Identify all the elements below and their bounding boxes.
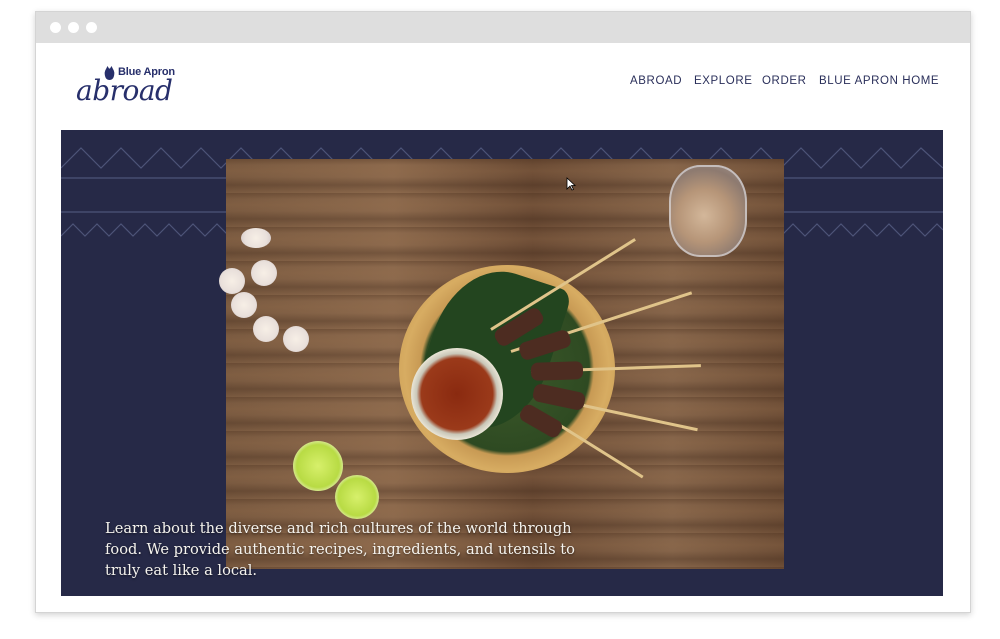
orchid-flower xyxy=(241,228,271,248)
mouse-cursor-icon xyxy=(566,177,576,191)
nav-explore[interactable]: EXPLORE xyxy=(694,75,753,87)
orchid-flower xyxy=(251,260,277,286)
lime-slice xyxy=(293,441,343,491)
grilled-meat xyxy=(530,361,584,381)
orchid-flower xyxy=(283,326,309,352)
drink-glass xyxy=(669,165,747,257)
nav-abroad[interactable]: ABROAD xyxy=(630,75,682,87)
nav-order[interactable]: ORDER xyxy=(762,75,807,87)
browser-chrome-bar xyxy=(36,12,970,43)
logo-wordmark: abroad xyxy=(76,74,173,107)
lime-slice xyxy=(335,475,379,519)
site-logo[interactable]: Blue Apron abroad xyxy=(76,66,196,112)
window-dot-icon[interactable] xyxy=(86,22,97,33)
browser-window: Blue Apron abroad ABROAD EXPLORE ORDER B… xyxy=(35,11,971,613)
orchid-flower xyxy=(231,292,257,318)
window-dot-icon[interactable] xyxy=(68,22,79,33)
dipping-sauce-bowl xyxy=(411,348,503,440)
orchid-flower xyxy=(219,268,245,294)
window-dot-icon[interactable] xyxy=(50,22,61,33)
orchid-flower xyxy=(253,316,279,342)
nav-blue-apron-home[interactable]: BLUE APRON HOME xyxy=(819,75,939,87)
hero-description: Learn about the diverse and rich culture… xyxy=(105,520,575,579)
hero-section: Learn about the diverse and rich culture… xyxy=(61,130,943,596)
